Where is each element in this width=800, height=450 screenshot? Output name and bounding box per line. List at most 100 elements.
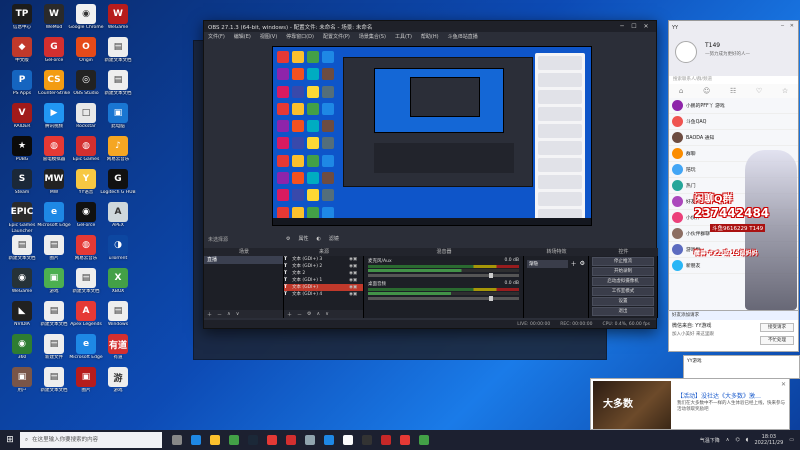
desktop-icon[interactable]: ▤ 新建文本文档 [36,365,72,405]
game-notification[interactable]: 大多数 【活动】没社达《大多数》激… 我们在大多数中不一样的人生体验已经上线，快… [590,378,790,430]
menu-item[interactable]: 斗鱼/B站直播 [448,33,478,40]
ignore-button[interactable]: 不忙处理 [760,336,794,345]
taskbar-app-icon[interactable] [381,435,391,445]
control-button[interactable]: 停止推流 [592,257,654,266]
chat-search-input[interactable]: 搜索联系人/群/频道 [669,76,798,84]
close-icon[interactable]: ✕ [781,381,786,388]
taskbar-app-icon[interactable] [229,435,239,445]
taskbar-app-icon[interactable] [362,435,372,445]
control-button[interactable]: 启动虚拟摄像机 [592,277,654,286]
volume-icon[interactable]: ◖ [746,437,749,443]
network-icon[interactable]: ⌬ [735,437,739,443]
eye-lock-icon[interactable]: ◉▣ [349,277,363,284]
filters-button[interactable]: 滤镜 [329,235,339,242]
eye-lock-icon[interactable]: ◉▣ [349,291,363,298]
menu-item[interactable]: 配置文件(P) [323,33,350,40]
source-item[interactable]: T 文本 (GDI+) 2 ◉▣ [284,263,363,270]
remove-icon[interactable]: － [297,311,302,318]
taskbar-app-icon[interactable] [343,435,353,445]
filter-icon[interactable]: ◐ [317,236,321,242]
desktop-icon[interactable]: ▣ 图片 [68,365,104,405]
taskbar-app-icon[interactable] [286,435,296,445]
source-item[interactable]: T 文本 2 ◉▣ [284,270,363,277]
obs-titlebar[interactable]: OBS 27.1.3 (64-bit, windows) - 配置文件: 未命名… [204,21,656,32]
gear-icon[interactable]: ⚙ [580,260,585,267]
maximize-button[interactable]: ☐ [628,23,640,30]
heart-icon[interactable]: ♡ [756,87,762,95]
user-icon[interactable]: ☺ [703,87,710,95]
add-icon[interactable]: ＋ [287,311,292,318]
close-button[interactable]: ✕ [640,23,652,30]
chat-list-item[interactable]: 斗鱼QAQ [669,114,798,130]
taskbar-app-icon[interactable] [419,435,429,445]
weather-text[interactable]: 气温下降 [700,437,720,444]
source-item[interactable]: T 文本 (GDI+) 3 ◉▣ [284,256,363,263]
chat-list-item[interactable]: BAODA 通知 [669,130,798,146]
clock[interactable]: 18:03 2022/11/29 [754,434,783,446]
properties-button[interactable]: 属性 [298,235,308,242]
minimize-button[interactable]: ─ [781,23,784,29]
remove-icon[interactable]: － [217,311,222,318]
up-icon[interactable]: ∧ [317,311,321,317]
game-thumbnail[interactable]: 大多数 [593,381,671,429]
taskbar-app-icon[interactable] [210,435,220,445]
menu-item[interactable]: 场景集合(S) [359,33,386,40]
volume-slider[interactable] [368,296,519,301]
obs-window[interactable]: OBS 27.1.3 (64-bit, windows) - 配置文件: 未命名… [203,20,658,329]
home-icon[interactable]: ⌂ [679,87,683,95]
minimize-button[interactable]: ─ [616,23,628,30]
eye-lock-icon[interactable]: ◉▣ [349,256,363,263]
eye-lock-icon[interactable]: ◉▣ [349,263,363,270]
taskbar-app-icon[interactable] [248,435,258,445]
source-item[interactable]: T 文本 (GDI+) ◉▣ [284,284,363,291]
menu-item[interactable]: 文件(F) [208,33,225,40]
chevron-up-icon[interactable]: ∧ [726,437,730,443]
taskbar-app-icon[interactable] [305,435,315,445]
plus-icon[interactable]: ＋ [571,259,577,268]
scene-item[interactable]: 直播 [204,256,283,264]
menu-item[interactable]: 编辑(E) [234,33,251,40]
volume-slider-knob[interactable] [488,273,493,278]
control-button[interactable]: 工作室模式 [592,287,654,296]
desktop-icon[interactable]: ▣ 用户 [4,365,40,405]
eye-lock-icon[interactable]: ◉▣ [349,284,363,291]
taskbar-app-icon[interactable] [400,435,410,445]
eye-lock-icon[interactable]: ◉▣ [349,270,363,277]
volume-slider[interactable] [368,273,519,278]
group-icon[interactable]: ☷ [730,87,736,95]
close-button[interactable]: ✕ [790,23,794,29]
notification-icon[interactable]: ▭ [789,437,794,443]
gear-icon[interactable]: ⚙ [286,236,290,242]
desktop-icon[interactable]: 游游戏 [100,365,136,405]
taskbar-search[interactable]: ⌕ 在这里输入你要搜索的内容 [20,432,162,448]
menu-item[interactable]: 工具(T) [395,33,412,40]
control-button[interactable]: 设置 [592,297,654,306]
control-button[interactable]: 开始录制 [592,267,654,276]
add-icon[interactable]: ＋ [207,311,212,318]
control-button[interactable]: 退出 [592,307,654,316]
taskbar-app-icon[interactable] [324,435,334,445]
gear-icon[interactable]: ⚙ [307,311,311,317]
down-icon[interactable]: ∨ [236,311,240,317]
taskbar-app-icon[interactable] [267,435,277,445]
source-item[interactable]: T 文本 (GDI+) 4 ◉▣ [284,291,363,298]
start-button[interactable]: ⊞ [0,435,20,445]
taskbar-app-icon[interactable] [172,435,182,445]
up-icon[interactable]: ∧ [227,311,231,317]
chat-list-item[interactable]: 小鹏的PFF丫 游戏 [669,98,798,114]
menu-item[interactable]: 帮助(H) [421,33,439,40]
star-icon[interactable]: ☆ [782,87,788,95]
transition-select[interactable]: 渐隐 [527,259,568,268]
source-item[interactable]: T 文本 (GDI+) 1 ◉▣ [284,277,363,284]
friend-request-popup[interactable]: 好友添加请求 微信来自: YY游戏 加入小美好 来这里跟 接受请求 不忙处理 [668,310,799,352]
obs-preview[interactable] [272,46,592,226]
taskbar-app-icon[interactable] [191,435,201,445]
down-icon[interactable]: ∨ [325,311,329,317]
avatar[interactable] [675,41,697,63]
game-notification-title[interactable]: 【活动】没社达《大多数》激… [677,391,761,400]
accept-button[interactable]: 接受请求 [760,323,794,332]
menu-item[interactable]: 视图(V) [260,33,277,40]
preview-icon [322,206,334,219]
volume-slider-knob[interactable] [488,296,493,301]
menu-item[interactable]: 停靠窗口(D) [286,33,314,40]
